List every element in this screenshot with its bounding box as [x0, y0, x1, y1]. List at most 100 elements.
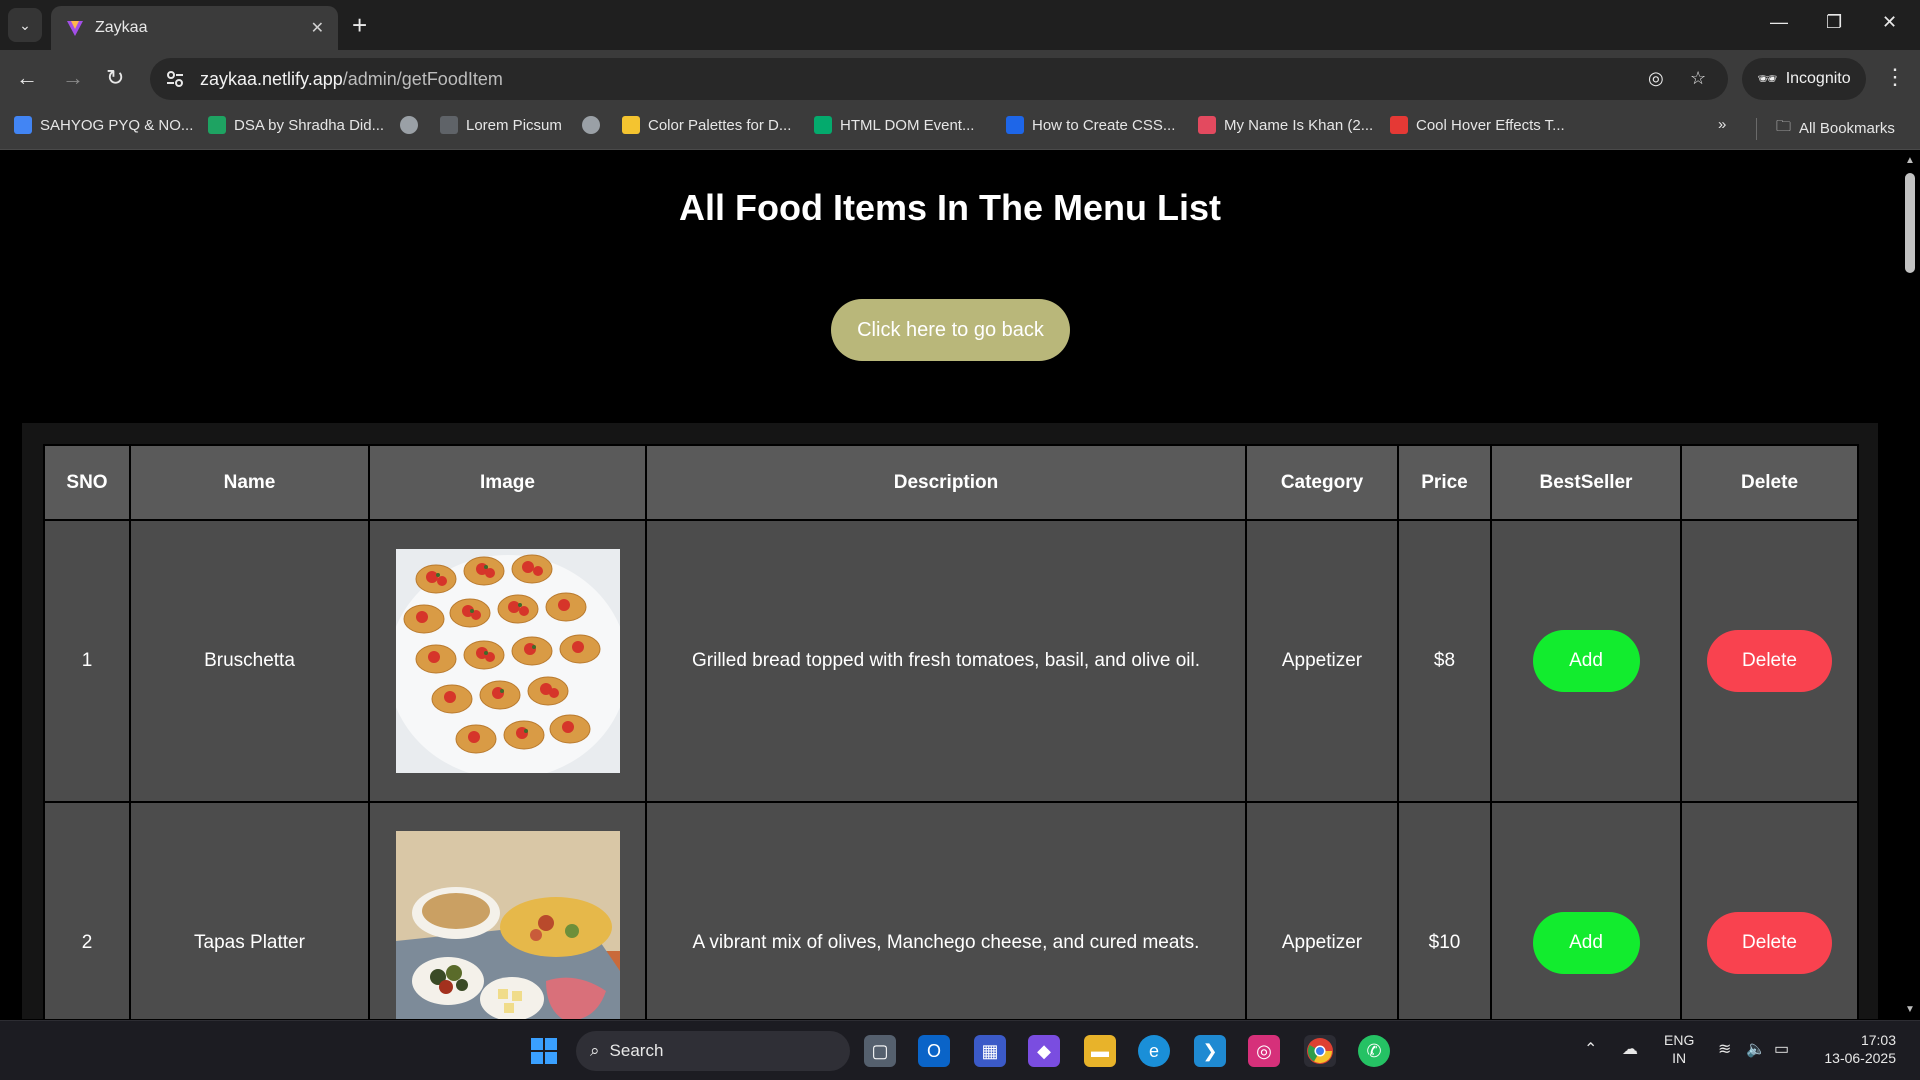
browser-menu-icon[interactable]: ⋮ — [1884, 64, 1906, 90]
bookmark-item[interactable]: DSA by Shradha Did... — [208, 116, 384, 134]
add-bestseller-button[interactable]: Add — [1532, 630, 1640, 692]
microsoft-store-icon[interactable]: ▦ — [974, 1035, 1006, 1067]
taskbar-search[interactable]: ⌕ Search — [576, 1031, 850, 1071]
url-host: zaykaa.netlify.app — [200, 68, 343, 89]
incognito-badge[interactable]: 🕶 Incognito — [1742, 58, 1866, 100]
bookmarks-bar: SAHYOG PYQ & NO... DSA by Shradha Did...… — [0, 106, 1920, 150]
scroll-down-icon[interactable]: ▼ — [1905, 1004, 1915, 1015]
close-window-icon[interactable]: ✕ — [1882, 12, 1897, 33]
active-tab[interactable]: Zaykaa ✕ — [51, 6, 338, 50]
taskbar-search-label: Search — [609, 1041, 664, 1060]
eye-off-icon[interactable]: ◎ — [1648, 68, 1664, 89]
scrollbar-thumb[interactable] — [1905, 173, 1915, 273]
edge-icon[interactable]: e — [1138, 1035, 1170, 1067]
header-image: Image — [368, 444, 647, 521]
chrome-icon[interactable] — [1304, 1035, 1336, 1067]
file-explorer-icon[interactable]: ▬ — [1084, 1035, 1116, 1067]
bookmark-palette-icon — [622, 116, 640, 134]
bookmark-item[interactable] — [582, 116, 600, 134]
incognito-icon: 🕶 — [1757, 71, 1778, 88]
bookmark-item[interactable] — [400, 116, 418, 134]
bookmark-picsum-icon — [440, 116, 458, 134]
language-indicator[interactable]: ENG IN — [1664, 1031, 1694, 1067]
cell-delete: Delete — [1680, 801, 1859, 1019]
tapas-platter-image — [395, 831, 620, 1019]
cell-bestseller: Add — [1490, 801, 1682, 1019]
zaykaa-favicon-icon — [67, 21, 83, 36]
whatsapp-icon[interactable]: ✆ — [1358, 1035, 1390, 1067]
close-tab-icon[interactable]: ✕ — [311, 18, 324, 38]
globe-icon — [400, 116, 418, 134]
task-view-icon[interactable]: ▢ — [864, 1035, 896, 1067]
star-bookmark-icon[interactable]: ☆ — [1690, 68, 1706, 89]
cell-name: Bruschetta — [129, 519, 370, 803]
bookmark-item[interactable]: Lorem Picsum — [440, 116, 562, 134]
outlook-icon[interactable]: O — [918, 1035, 950, 1067]
minimize-icon[interactable]: — — [1770, 12, 1788, 33]
bookmark-item[interactable]: Cool Hover Effects T... — [1390, 116, 1565, 134]
onedrive-icon[interactable]: ☁ — [1622, 1039, 1638, 1059]
food-table-container: SNO Name Image Description Category Pric… — [22, 423, 1878, 1019]
delete-item-button[interactable]: Delete — [1707, 912, 1832, 974]
bookmark-hover-icon — [1390, 116, 1408, 134]
table-header-row: SNO Name Image Description Category Pric… — [43, 444, 1859, 521]
bookmark-alt-icon — [1006, 116, 1024, 134]
more-bookmarks-icon[interactable]: » — [1718, 116, 1726, 133]
page-viewport: All Food Items In The Menu List Click he… — [0, 151, 1900, 1019]
bookmark-movie-icon — [1198, 116, 1216, 134]
forward-arrow-icon[interactable]: → — [62, 64, 84, 92]
folder-icon: 🗀 — [1776, 118, 1792, 135]
header-delete: Delete — [1680, 444, 1859, 521]
reload-icon[interactable]: ↻ — [106, 64, 124, 92]
wifi-icon[interactable]: ≋ — [1718, 1039, 1731, 1059]
new-tab-button[interactable]: + — [352, 10, 367, 40]
windows-start-icon[interactable] — [528, 1035, 560, 1067]
cell-delete: Delete — [1680, 519, 1859, 803]
header-bestseller: BestSeller — [1490, 444, 1682, 521]
site-info-icon[interactable] — [164, 68, 186, 90]
bookmark-item[interactable]: My Name Is Khan (2... — [1198, 116, 1373, 134]
header-name: Name — [129, 444, 370, 521]
bookmark-item[interactable]: How to Create CSS... — [1006, 116, 1175, 134]
add-bestseller-button[interactable]: Add — [1532, 912, 1640, 974]
cell-name: Tapas Platter — [129, 801, 370, 1019]
back-arrow-icon[interactable]: ← — [16, 64, 38, 92]
restore-icon[interactable]: ❐ — [1826, 12, 1842, 33]
tab-title: Zaykaa — [95, 19, 148, 36]
search-icon: ⌕ — [590, 1041, 600, 1060]
bookmark-w3schools-icon — [814, 116, 832, 134]
instagram-icon[interactable]: ◎ — [1248, 1035, 1280, 1067]
delete-item-button[interactable]: Delete — [1707, 630, 1832, 692]
bookmark-item[interactable]: HTML DOM Event... — [814, 116, 974, 134]
food-items-table: SNO Name Image Description Category Pric… — [43, 444, 1859, 1019]
all-bookmarks[interactable]: 🗀 All Bookmarks — [1776, 116, 1895, 141]
vscode-icon[interactable]: ❯ — [1194, 1035, 1226, 1067]
bookmarks-divider — [1756, 118, 1757, 140]
page-scrollbar[interactable]: ▲ ▼ — [1900, 151, 1920, 1019]
cell-image — [368, 519, 647, 803]
table-row: 1 Bruschetta Grilled bread topped with f… — [43, 519, 1859, 803]
address-bar[interactable]: zaykaa.netlify.app/admin/getFoodItem ◎ ☆ — [150, 58, 1728, 100]
clock[interactable]: 17:03 13-06-2025 — [1816, 1031, 1896, 1067]
show-hidden-icons-icon[interactable]: ⌃ — [1584, 1039, 1597, 1059]
cell-category: Appetizer — [1245, 519, 1399, 803]
go-back-button[interactable]: Click here to go back — [831, 299, 1070, 361]
cell-image — [368, 801, 647, 1019]
bookmark-item[interactable]: SAHYOG PYQ & NO... — [14, 116, 193, 134]
header-sno: SNO — [43, 444, 131, 521]
cell-description: Grilled bread topped with fresh tomatoes… — [645, 519, 1247, 803]
bruschetta-image — [395, 549, 620, 773]
cell-category: Appetizer — [1245, 801, 1399, 1019]
bookmark-item[interactable]: Color Palettes for D... — [622, 116, 791, 134]
url-path: /admin/getFoodItem — [342, 68, 503, 89]
incognito-label: Incognito — [1785, 70, 1851, 87]
cell-price: $8 — [1397, 519, 1492, 803]
tab-search-button[interactable]: ⌄ — [8, 8, 42, 42]
header-description: Description — [645, 444, 1247, 521]
cell-price: $10 — [1397, 801, 1492, 1019]
scroll-up-icon[interactable]: ▲ — [1905, 155, 1915, 166]
copilot-icon[interactable]: ◆ — [1028, 1035, 1060, 1067]
battery-icon[interactable]: ▭ — [1774, 1039, 1789, 1059]
volume-icon[interactable]: 🔈 — [1746, 1039, 1766, 1059]
header-category: Category — [1245, 444, 1399, 521]
